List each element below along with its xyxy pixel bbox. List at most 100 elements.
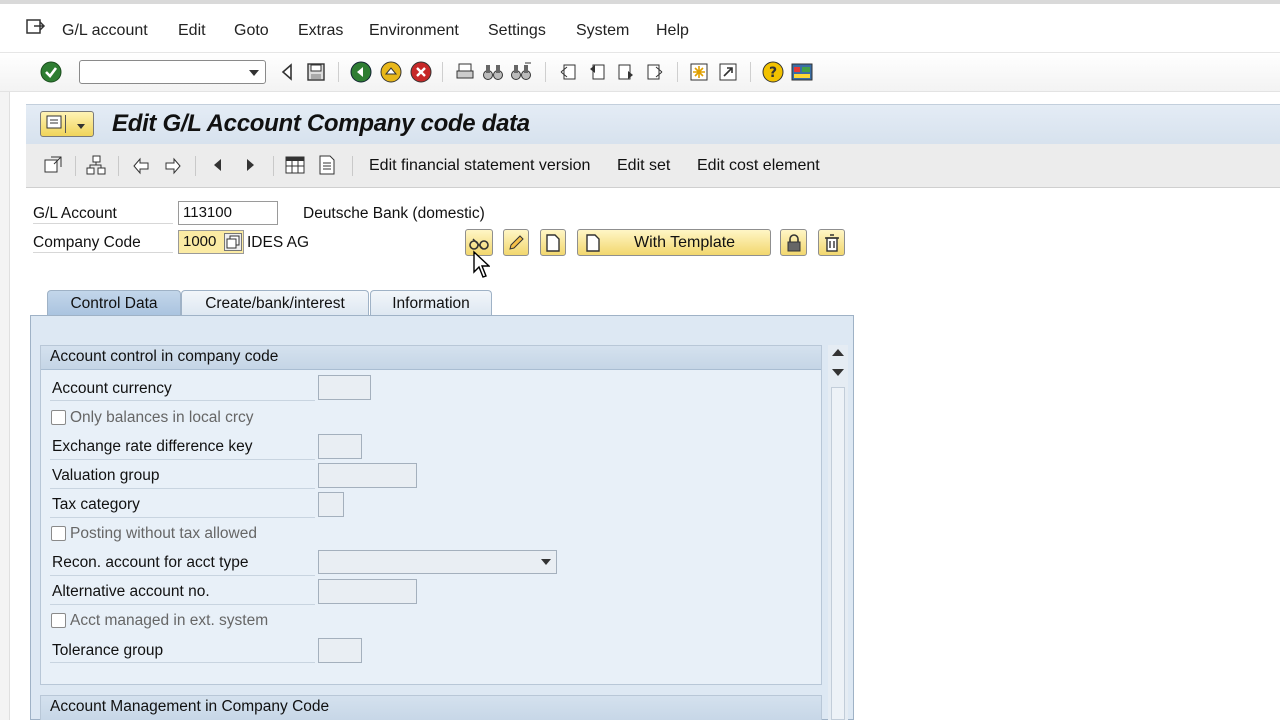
separator: [75, 156, 76, 176]
shortcut-button[interactable]: [717, 61, 739, 83]
alternative-account-field[interactable]: [318, 579, 417, 604]
hierarchy-button[interactable]: [85, 154, 107, 176]
only-balances-label: Only balances in local crcy: [70, 409, 254, 426]
posting-without-tax-checkbox[interactable]: [51, 526, 66, 541]
tolerance-group-label: Tolerance group: [52, 642, 164, 659]
tab-create-bank-interest[interactable]: Create/bank/interest: [181, 290, 369, 316]
back-arrow-button[interactable]: [276, 61, 298, 83]
separator: [677, 62, 678, 82]
tolerance-group-field[interactable]: [318, 638, 362, 663]
chevron-down-icon[interactable]: [249, 70, 259, 76]
print-icon: [456, 63, 474, 79]
command-field[interactable]: [79, 60, 266, 84]
print-button[interactable]: [454, 61, 476, 83]
company-code-value: 1000: [183, 233, 217, 250]
divider: [50, 517, 315, 518]
block-button[interactable]: [780, 229, 807, 256]
vertical-scrollbar[interactable]: [828, 345, 848, 720]
delete-button[interactable]: [818, 229, 845, 256]
tab-information[interactable]: Information: [370, 290, 492, 316]
divider: [50, 488, 315, 489]
title-menu-button[interactable]: [40, 111, 94, 137]
separator: [338, 62, 339, 82]
save-button[interactable]: [305, 61, 327, 83]
save-icon: [307, 63, 325, 81]
scroll-track[interactable]: [831, 387, 845, 720]
back-button[interactable]: [350, 61, 372, 83]
find-next-button[interactable]: [510, 61, 532, 83]
edit-cost-element-button[interactable]: Edit cost element: [697, 157, 820, 175]
separator: [545, 62, 546, 82]
divider: [50, 400, 315, 401]
document-button[interactable]: [316, 154, 338, 176]
with-template-button[interactable]: With Template: [577, 229, 771, 256]
edit-set-button[interactable]: Edit set: [617, 157, 670, 175]
tax-category-field[interactable]: [318, 492, 344, 517]
new-session-button[interactable]: [688, 61, 710, 83]
menu-edit[interactable]: Edit: [178, 22, 206, 40]
previous-button[interactable]: [206, 154, 228, 176]
scroll-up-icon[interactable]: [832, 349, 844, 356]
valuation-group-field[interactable]: [318, 463, 417, 488]
recon-account-select[interactable]: [318, 550, 557, 574]
menu-settings[interactable]: Settings: [488, 22, 546, 40]
next-record-button[interactable]: [162, 154, 184, 176]
separator: [750, 62, 751, 82]
exchange-rate-key-label: Exchange rate difference key: [52, 438, 253, 455]
first-page-button[interactable]: [557, 61, 579, 83]
next-page-icon: [618, 64, 633, 80]
acct-managed-ext-checkbox[interactable]: [51, 613, 66, 628]
exit-button[interactable]: [380, 61, 402, 83]
template-document-icon: [586, 233, 600, 252]
menu-exit-icon[interactable]: [26, 18, 46, 36]
page-title: Edit G/L Account Company code data: [112, 110, 530, 137]
company-code-description: IDES AG: [247, 234, 310, 251]
gl-account-input[interactable]: 113100: [178, 201, 278, 225]
edit-fs-version-button[interactable]: Edit financial statement version: [369, 157, 590, 175]
display-change-button[interactable]: [42, 154, 64, 176]
customize-layout-icon: [791, 63, 813, 81]
value-help-icon: [226, 235, 240, 249]
overview-button[interactable]: [284, 154, 306, 176]
account-currency-field[interactable]: [318, 375, 371, 400]
tab-control-data[interactable]: Control Data: [47, 290, 181, 316]
transaction-menu-icon: [46, 115, 85, 133]
trash-icon: [824, 233, 839, 252]
menu-bar: G/L account Edit Goto Extras Environment…: [0, 4, 1280, 50]
menu-system[interactable]: System: [576, 22, 629, 40]
shortcut-icon: [719, 63, 737, 81]
find-button[interactable]: [482, 61, 504, 83]
binoculars-icon: [483, 65, 503, 80]
menu-extras[interactable]: Extras: [298, 22, 343, 40]
last-page-button[interactable]: [644, 61, 666, 83]
enter-button[interactable]: [40, 61, 62, 83]
next-button[interactable]: [240, 154, 262, 176]
edit-button[interactable]: [503, 229, 529, 256]
next-page-button[interactable]: [615, 61, 637, 83]
menu-goto[interactable]: Goto: [234, 22, 269, 40]
only-balances-checkbox[interactable]: [51, 410, 66, 425]
customize-layout-button[interactable]: [791, 61, 813, 83]
menu-gl-account[interactable]: G/L account: [62, 22, 148, 40]
exchange-rate-key-field[interactable]: [318, 434, 362, 459]
create-button[interactable]: [540, 229, 566, 256]
company-code-label: Company Code: [33, 234, 173, 253]
previous-page-button[interactable]: [586, 61, 608, 83]
yellow-up-icon: [380, 61, 402, 83]
caret-right-icon: [247, 159, 254, 171]
chevron-down-icon[interactable]: [541, 559, 551, 565]
svg-text:?: ?: [769, 65, 777, 81]
scroll-down-icon[interactable]: [832, 369, 844, 376]
value-help-button[interactable]: [224, 233, 242, 251]
valuation-group-label: Valuation group: [52, 467, 160, 484]
cancel-button[interactable]: [410, 61, 432, 83]
left-frame-stripe: [0, 92, 10, 720]
lock-icon: [787, 233, 800, 251]
previous-record-button[interactable]: [130, 154, 152, 176]
menu-help[interactable]: Help: [656, 22, 689, 40]
title-bar: Edit G/L Account Company code data: [26, 104, 1280, 144]
menu-environment[interactable]: Environment: [369, 22, 459, 40]
system-toolbar: ?: [0, 52, 1280, 92]
application-toolbar: Edit financial statement version Edit se…: [26, 144, 1280, 188]
help-button[interactable]: ?: [762, 61, 784, 83]
